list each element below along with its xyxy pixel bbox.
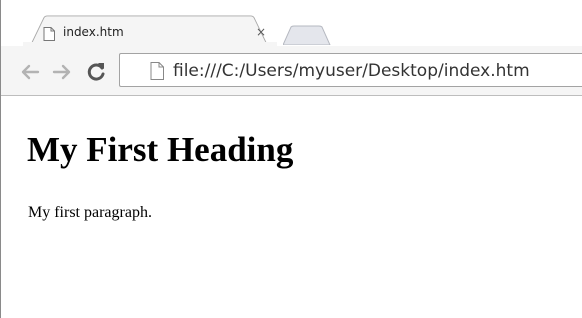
- arrow-left-icon[interactable]: [19, 60, 41, 84]
- page-heading: My First Heading: [27, 130, 294, 169]
- page-icon: [43, 27, 55, 41]
- page-icon: [150, 62, 164, 80]
- tab-title[interactable]: index.htm: [63, 25, 124, 39]
- tab-join: [23, 42, 277, 48]
- address-text[interactable]: file:///C:/Users/myuser/Desktop/index.ht…: [173, 61, 530, 81]
- close-icon[interactable]: ×: [256, 25, 268, 39]
- new-tab-button[interactable]: [283, 25, 331, 45]
- arrow-right-icon[interactable]: [51, 60, 73, 84]
- tab-active[interactable]: [15, 15, 283, 44]
- page-paragraph: My first paragraph.: [28, 204, 152, 221]
- browser-window: index.htm × file:///C:/Users/myuser/Desk…: [0, 0, 582, 318]
- reload-icon[interactable]: [85, 60, 107, 84]
